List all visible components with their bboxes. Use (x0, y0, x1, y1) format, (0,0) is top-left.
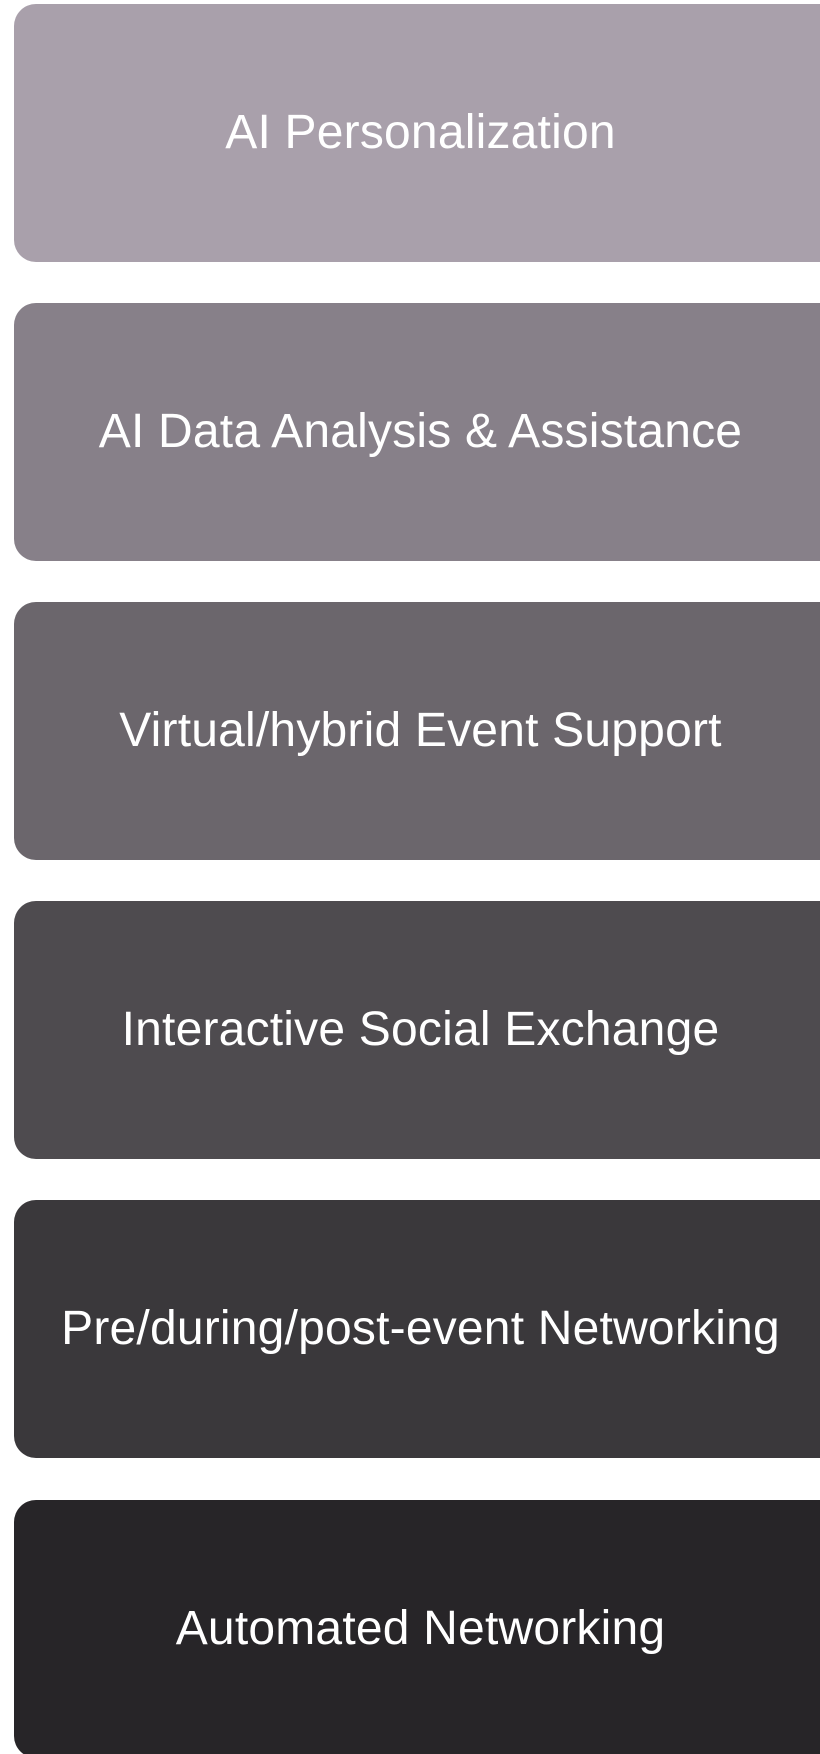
card-virtual-hybrid-event-support: Virtual/hybrid Event Support (14, 602, 820, 860)
card-interactive-social-exchange: Interactive Social Exchange (14, 901, 820, 1159)
card-event-networking: Pre/during/post-event Networking (14, 1200, 820, 1458)
card-ai-personalization: AI Personalization (14, 4, 820, 262)
feature-stack: AI Personalization AI Data Analysis & As… (0, 0, 820, 1754)
card-label: Automated Networking (175, 1602, 666, 1655)
card-label: Pre/during/post-event Networking (61, 1302, 780, 1355)
card-label: AI Personalization (225, 106, 616, 159)
card-ai-data-analysis: AI Data Analysis & Assistance (14, 303, 820, 561)
card-automated-networking: Automated Networking (14, 1500, 820, 1754)
card-label: AI Data Analysis & Assistance (98, 405, 743, 458)
card-label: Interactive Social Exchange (121, 1003, 720, 1056)
card-label: Virtual/hybrid Event Support (119, 704, 722, 757)
